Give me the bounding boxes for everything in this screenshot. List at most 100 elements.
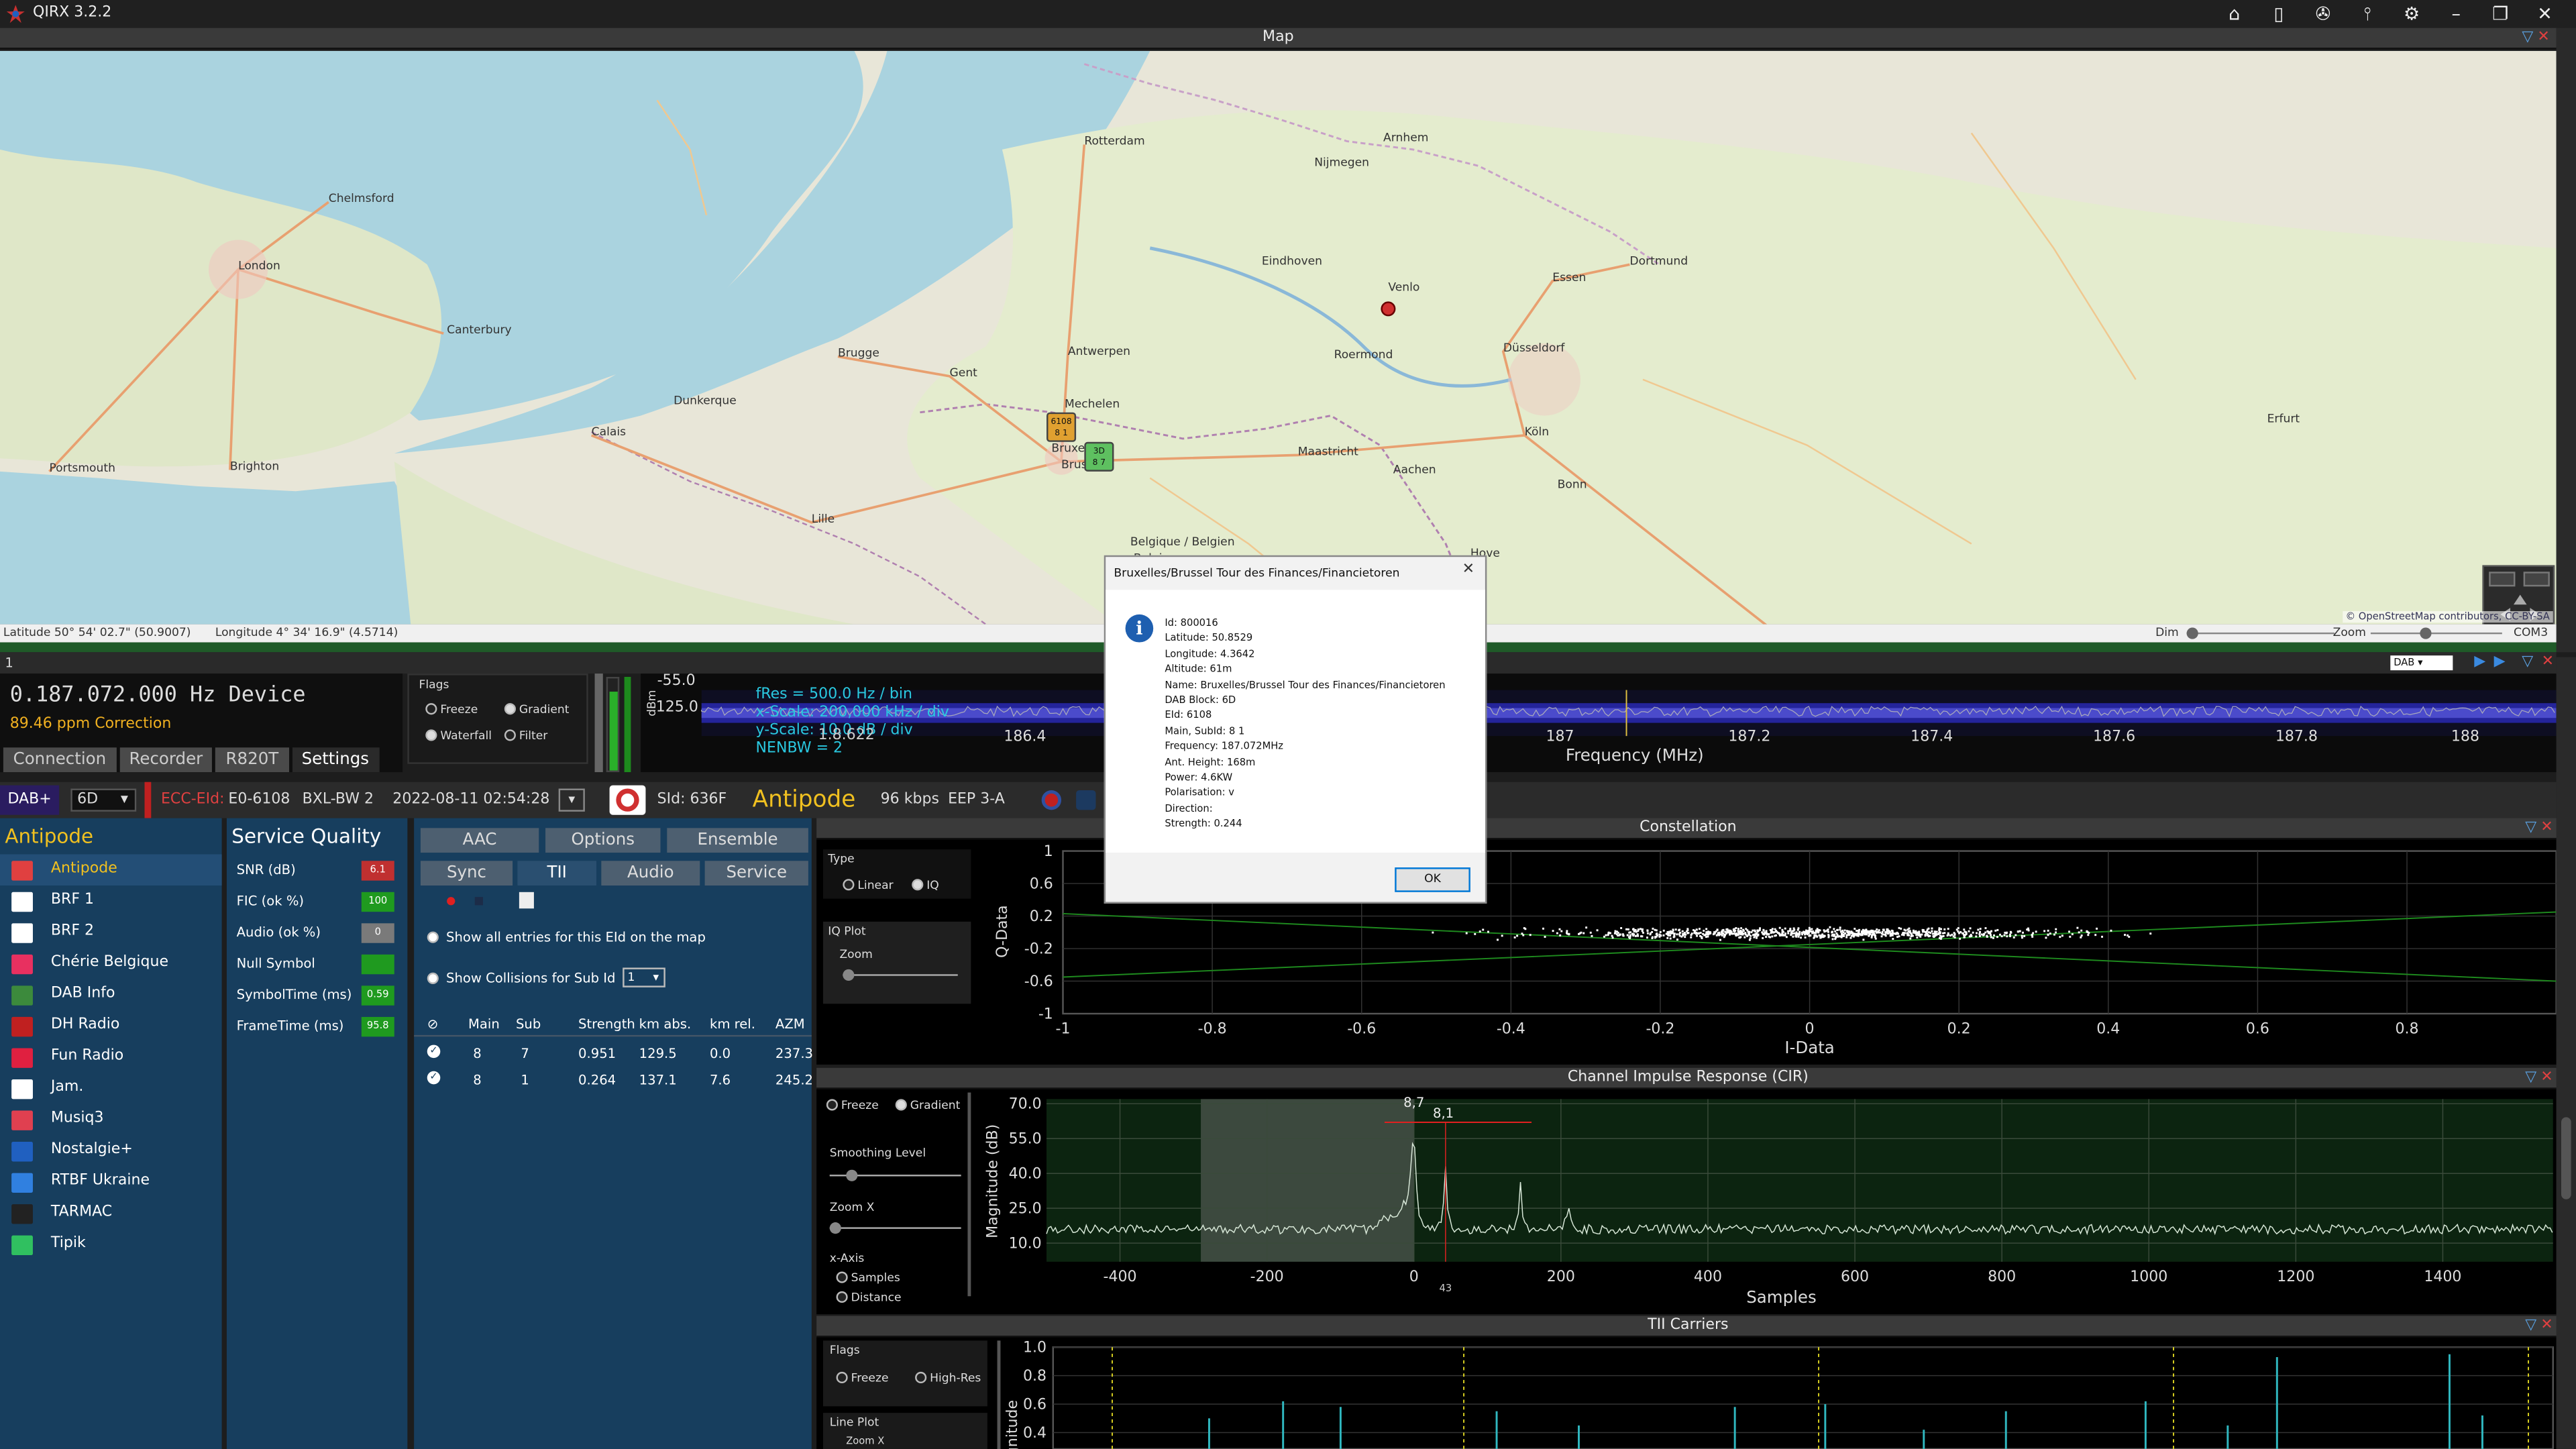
home-icon[interactable]: ⌂ [2218, 0, 2251, 28]
tii-carriers-close-icon[interactable]: ✕ [2540, 1316, 2553, 1338]
tii-carriers-plot: 1.0 0.8 0.6 0.4Magnitude [1004, 1340, 2554, 1449]
service-list-item[interactable]: Musiq3 [0, 1104, 222, 1136]
tii-carriers-splitter[interactable] [997, 1340, 1001, 1449]
show-collisions-option[interactable]: Show Collisions for Sub Id [427, 971, 615, 985]
row-check-icon[interactable]: ✓ [427, 1071, 441, 1085]
service-list-item[interactable]: Chérie Belgique [0, 948, 222, 979]
dialog-info-line: Power: 4.6KW [1165, 772, 1233, 784]
cir-collapse-icon[interactable]: ▽ [2525, 1068, 2536, 1089]
record-button[interactable] [1041, 790, 1062, 810]
satellite-icon[interactable]: ✇ [2306, 0, 2339, 28]
service-list-item[interactable]: Antipode [0, 854, 222, 886]
service-list-item[interactable]: BRF 2 [0, 917, 222, 949]
quality-row: SymbolTime (ms) 0.59 [227, 979, 407, 1011]
tii-stop-icon[interactable] [474, 897, 484, 906]
tii-table-row[interactable]: ✓ 8 1 0.264 137.1 7.6 245.2 [414, 1066, 813, 1092]
map-close-icon[interactable]: ✕ [2537, 28, 2549, 50]
zoom-slider[interactable] [2370, 627, 2502, 639]
tii-record-icon[interactable] [447, 897, 455, 906]
spectrum-collapse-icon[interactable]: ▽ [2522, 652, 2533, 674]
tii-y-label: Magnitude [1004, 1400, 1021, 1449]
dialog-ok-button[interactable]: OK [1395, 867, 1470, 892]
tab-options[interactable]: Options [545, 828, 661, 853]
tab-connection[interactable]: Connection [3, 747, 116, 773]
high-res-checkbox[interactable]: High-Res [915, 1371, 981, 1385]
play-next-icon[interactable]: ▶ [2494, 652, 2506, 674]
tab-recorder[interactable]: Recorder [119, 747, 213, 773]
tab-aac[interactable]: AAC [420, 828, 539, 853]
tab-ensemble[interactable]: Ensemble [667, 828, 808, 853]
stop-button[interactable] [1076, 790, 1096, 810]
service-list-item[interactable]: BRF 1 [0, 885, 222, 917]
gradient-checkbox[interactable]: Gradient [504, 703, 570, 716]
iq-zoom-slider[interactable] [843, 969, 958, 981]
filter-checkbox[interactable]: Filter [504, 729, 547, 743]
channel-select[interactable]: 6D ▾ [70, 788, 137, 812]
show-all-entries-option[interactable]: Show all entries for this EId on the map [427, 930, 706, 945]
dialog-close-button[interactable]: ✕ [1462, 562, 1474, 578]
tii-file-icon[interactable] [519, 892, 534, 909]
service-list-item[interactable]: TARMAC [0, 1197, 222, 1229]
osm-map[interactable]: London Rotterdam Antwerpen Bruxelles Brussel… [0, 50, 2557, 625]
cir-splitter[interactable] [967, 1092, 971, 1297]
waterfall-checkbox[interactable]: Waterfall [425, 729, 492, 743]
tab-r820t[interactable]: R820T [215, 747, 288, 773]
cir-zoomx-slider[interactable] [829, 1222, 961, 1234]
main-scrollbar[interactable] [2556, 657, 2576, 1449]
freeze-checkbox[interactable]: Freeze [425, 703, 478, 716]
tab-service[interactable]: Service [704, 861, 808, 886]
service-list-item[interactable]: Fun Radio [0, 1042, 222, 1073]
map-scrollbar[interactable] [2556, 28, 2576, 653]
spectrum-display[interactable]: -55.0 -125.0 dBm fRes = 500.0 Hz / bin x… [641, 674, 2557, 773]
row-check-icon[interactable]: ✓ [427, 1044, 441, 1059]
dim-slider[interactable] [2186, 627, 2335, 639]
settings-gear-icon[interactable]: ⚙ [2396, 0, 2428, 28]
sub-id-select[interactable]: 1 ▾ [623, 967, 665, 987]
iq-radio[interactable]: IQ [912, 879, 939, 892]
antenna-icon[interactable]: ⫯ [2351, 0, 2384, 28]
map-collapse-icon[interactable]: ▽ [2522, 28, 2533, 50]
service-logo-icon [11, 1173, 33, 1193]
tab-sync[interactable]: Sync [420, 861, 513, 886]
linear-radio[interactable]: Linear [843, 879, 894, 892]
tii-carriers-collapse-icon[interactable]: ▽ [2525, 1316, 2536, 1338]
window-title: QIRX 3.2.2 [32, 5, 112, 21]
service-list-item[interactable]: RTBF Ukraine [0, 1167, 222, 1198]
minimize-button[interactable]: – [2440, 0, 2473, 28]
service-list-item[interactable]: Jam. [0, 1073, 222, 1104]
datetime-dropdown[interactable]: ▾ [558, 788, 585, 812]
play-icon[interactable]: ▶ [2474, 652, 2485, 674]
map-layer-button-2[interactable] [2523, 572, 2550, 587]
tab-tii[interactable]: TII [517, 861, 596, 886]
map-reference-marker[interactable] [1381, 301, 1396, 317]
samples-radio[interactable]: Samples [836, 1271, 900, 1285]
mode-select[interactable]: DAB ▾ [2390, 655, 2453, 671]
map-book-icon[interactable]: ▯ [2262, 0, 2295, 28]
tab-audio[interactable]: Audio [601, 861, 700, 886]
transmitter-marker[interactable]: 3D 8 7 [1084, 441, 1114, 472]
service-list-item[interactable]: Tipik [0, 1229, 222, 1260]
close-button[interactable]: ✕ [2528, 0, 2561, 28]
xscale-readout: x-Scale: 200,000 kHz / div [755, 704, 949, 722]
constellation-close-icon[interactable]: ✕ [2540, 818, 2553, 840]
restore-button[interactable]: ❐ [2484, 0, 2517, 28]
service-list-item[interactable]: DH Radio [0, 1010, 222, 1042]
transmitter-marker[interactable]: 6108 8 1 [1046, 412, 1077, 442]
distance-radio[interactable]: Distance [836, 1291, 902, 1305]
spectrum-splitter[interactable] [594, 674, 603, 773]
tii-freeze-checkbox[interactable]: Freeze [836, 1371, 889, 1385]
service-list-item[interactable]: Nostalgie+ [0, 1135, 222, 1167]
cir-gradient-checkbox[interactable]: Gradient [895, 1099, 960, 1112]
service-list-item[interactable]: DAB Info [0, 979, 222, 1011]
smoothing-slider[interactable] [829, 1169, 961, 1181]
cir-freeze-checkbox[interactable]: Freeze [826, 1099, 879, 1112]
cir-close-icon[interactable]: ✕ [2540, 1068, 2553, 1089]
constellation-collapse-icon[interactable]: ▽ [2525, 818, 2536, 840]
map-label: Nijmegen [1314, 156, 1369, 169]
tab-settings[interactable]: Settings [291, 747, 379, 773]
map-layer-button[interactable] [2489, 572, 2516, 587]
spectrum-y-unit: dBm [645, 690, 659, 716]
tii-table-row[interactable]: ✓ 8 7 0.951 129.5 0.0 237.3 [414, 1040, 813, 1066]
select-all-icon[interactable]: ⊘ [427, 1017, 438, 1032]
spectrum-close-icon[interactable]: ✕ [2542, 652, 2554, 674]
